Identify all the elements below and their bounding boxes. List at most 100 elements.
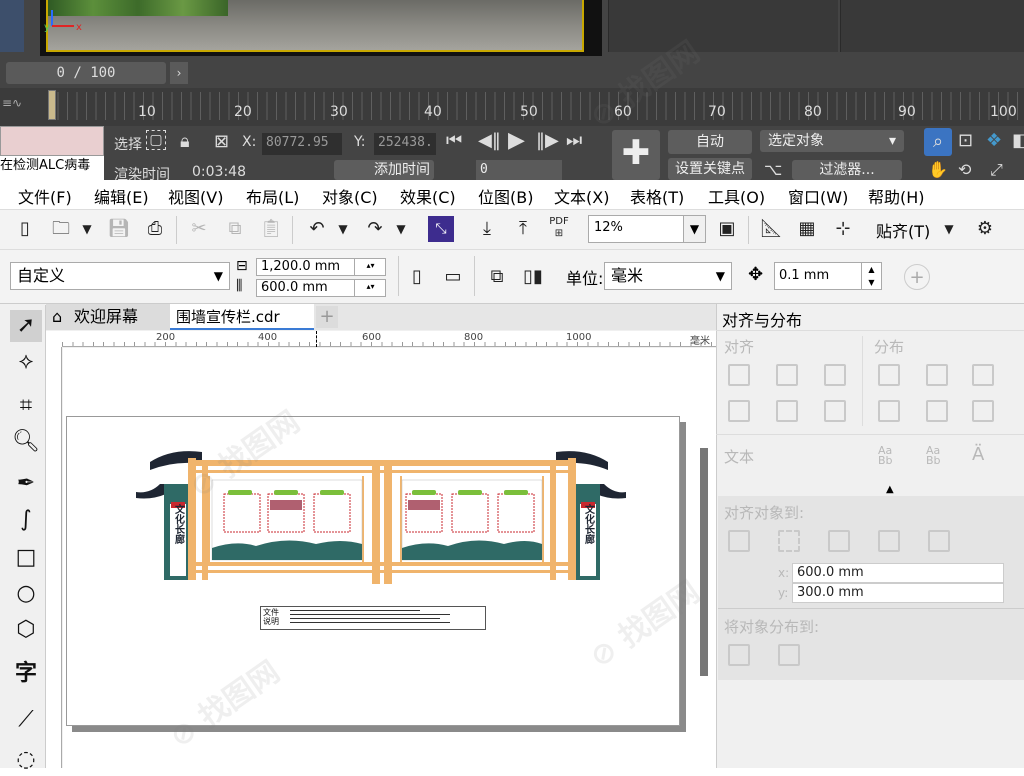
- align-center-v-icon[interactable]: [776, 400, 798, 422]
- zoom-all-icon[interactable]: ⊡: [958, 130, 973, 151]
- pan-icon[interactable]: ✋: [928, 160, 948, 179]
- pick-tool-icon[interactable]: ➚: [10, 310, 42, 342]
- open-folder-icon[interactable]: 🗀︎: [48, 216, 74, 242]
- all-pages-icon[interactable]: ⧉: [484, 264, 510, 290]
- redo-icon[interactable]: ↷: [362, 216, 388, 242]
- distribute-left-icon[interactable]: [878, 364, 900, 386]
- menu-item[interactable]: 效果(C): [400, 184, 456, 208]
- play-icon[interactable]: ▶: [508, 128, 525, 153]
- key-filter-icon[interactable]: ⌥: [764, 160, 782, 179]
- zoom-dropdown-arrow-icon[interactable]: ▼: [683, 216, 705, 242]
- ruler-origin[interactable]: [46, 331, 62, 347]
- maxscript-listener[interactable]: [0, 126, 104, 156]
- tab-welcome-screen[interactable]: ⌂ 欢迎屏幕: [46, 304, 170, 330]
- menu-item[interactable]: 窗口(W): [788, 184, 848, 208]
- orbit-icon[interactable]: ⟲: [958, 160, 971, 179]
- freehand-tool-icon[interactable]: ✒: [10, 468, 42, 500]
- tab-document[interactable]: 围墙宣传栏.cdr: [170, 304, 314, 330]
- import-icon[interactable]: ⤓: [474, 216, 500, 242]
- y-pos-field[interactable]: 300.0 mm: [792, 583, 1004, 603]
- field-of-view-icon[interactable]: ◧: [1012, 130, 1024, 151]
- vertical-scrollbar[interactable]: [700, 448, 708, 676]
- goto-end-icon[interactable]: ⏭: [566, 130, 582, 151]
- snap-to-arrow-icon[interactable]: ▼: [936, 216, 962, 242]
- menu-item[interactable]: 布局(L): [246, 184, 299, 208]
- portrait-icon[interactable]: ▯: [404, 264, 430, 290]
- page-center-icon[interactable]: [828, 530, 850, 552]
- redo-list-arrow-icon[interactable]: ▼: [388, 216, 414, 242]
- text-tool-icon[interactable]: 字: [10, 658, 42, 690]
- menu-item[interactable]: 文本(X): [554, 184, 609, 208]
- ellipse-tool-icon[interactable]: ○: [10, 578, 42, 610]
- curve-editor-icon[interactable]: ≡∿: [2, 96, 42, 116]
- new-document-icon[interactable]: ▯: [12, 216, 38, 242]
- set-key-button[interactable]: 设置关键点: [668, 158, 752, 180]
- snap-to-dropdown[interactable]: 贴齐(T): [876, 218, 930, 242]
- current-frame-field[interactable]: 0: [476, 160, 562, 180]
- selection-set-dropdown[interactable]: 选定对象 ▾: [760, 130, 904, 152]
- undo-list-arrow-icon[interactable]: ▼: [330, 216, 356, 242]
- goto-start-icon[interactable]: ⏮: [446, 130, 462, 151]
- crop-tool-icon[interactable]: ⌗: [10, 390, 42, 422]
- distribute-top-icon[interactable]: [878, 400, 900, 422]
- x-coord-field[interactable]: 80772.95: [262, 133, 342, 155]
- distribute-bottom-icon[interactable]: [972, 400, 994, 422]
- print-icon[interactable]: ⎙: [142, 216, 168, 242]
- set-key-big-button[interactable]: ✚: [612, 130, 660, 180]
- menu-item[interactable]: 编辑(E): [94, 184, 149, 208]
- menu-item[interactable]: 工具(O): [708, 184, 765, 208]
- vertical-ruler[interactable]: [46, 347, 62, 768]
- undo-icon[interactable]: ↶: [304, 216, 330, 242]
- publish-pdf-icon[interactable]: PDF ⊞: [546, 216, 572, 242]
- nudge-spinner-icon[interactable]: ▲ ▼: [861, 263, 881, 289]
- align-top-icon[interactable]: [728, 400, 750, 422]
- time-slider-handle[interactable]: [48, 90, 56, 120]
- paste-icon[interactable]: 📋︎: [258, 216, 284, 242]
- options-gear-icon[interactable]: ⚙: [972, 216, 998, 242]
- filters-button[interactable]: 过滤器...: [792, 160, 902, 180]
- selection-edge-icon[interactable]: [778, 530, 800, 552]
- distribute-selection-icon[interactable]: [728, 644, 750, 666]
- copy-icon[interactable]: ⧉: [222, 216, 248, 242]
- menu-item[interactable]: 帮助(H): [868, 184, 925, 208]
- landscape-icon[interactable]: ▭: [440, 264, 466, 290]
- maximize-viewport-icon[interactable]: ⤢: [990, 160, 1003, 180]
- connector-tool-icon[interactable]: ◌: [10, 744, 42, 776]
- absolute-mode-icon[interactable]: ⊠: [214, 131, 229, 152]
- open-recent-arrow-icon[interactable]: ▼: [74, 216, 100, 242]
- prev-frame-icon[interactable]: ◀‖: [478, 130, 501, 151]
- align-center-h-icon[interactable]: [776, 364, 798, 386]
- show-grid-icon[interactable]: ▦: [794, 216, 820, 242]
- y-coord-field[interactable]: 252438.: [374, 133, 436, 155]
- frame-counter[interactable]: 0 / 100: [6, 62, 166, 84]
- distribute-center-icon[interactable]: [926, 364, 948, 386]
- corel-connect-icon[interactable]: ⤡: [428, 216, 454, 242]
- viewport-panel-far-right[interactable]: [840, 0, 1024, 52]
- artistic-media-icon[interactable]: ∫: [10, 504, 42, 536]
- add-time-tag-button[interactable]: 添加时间: [334, 160, 434, 180]
- x-pos-field[interactable]: 600.0 mm: [792, 563, 1004, 583]
- active-object-icon[interactable]: [728, 530, 750, 552]
- add-page-icon[interactable]: +: [904, 264, 930, 290]
- align-right-icon[interactable]: [824, 364, 846, 386]
- menu-item[interactable]: 表格(T): [630, 184, 684, 208]
- menu-item[interactable]: 对象(C): [322, 184, 378, 208]
- distribute-page-icon[interactable]: [778, 644, 800, 666]
- units-dropdown[interactable]: 毫米 ▼: [604, 262, 732, 290]
- lock-icon[interactable]: 🔒︎: [180, 131, 190, 152]
- specified-point-icon[interactable]: [928, 530, 950, 552]
- collapse-arrow-icon[interactable]: ▲: [886, 484, 894, 495]
- selection-lock-icon[interactable]: ▢: [146, 130, 166, 150]
- wall-billboard-artwork[interactable]: 文化长廊 文化长廊: [136, 440, 626, 590]
- distribute-right-icon[interactable]: [972, 364, 994, 386]
- shape-tool-icon[interactable]: ⟡: [10, 346, 42, 378]
- align-left-icon[interactable]: [728, 364, 750, 386]
- polygon-tool-icon[interactable]: ⬡: [10, 614, 42, 646]
- next-frame-button[interactable]: ›: [170, 62, 188, 84]
- export-icon[interactable]: ⤒: [510, 216, 536, 242]
- zoom-extents-icon[interactable]: ⌕: [924, 128, 952, 156]
- page-size-preset[interactable]: 自定义 ▼: [10, 262, 230, 290]
- grid-icon[interactable]: [878, 530, 900, 552]
- width-spinner-icon[interactable]: ▴▾: [354, 258, 386, 276]
- show-guidelines-icon[interactable]: ⊹: [830, 216, 856, 242]
